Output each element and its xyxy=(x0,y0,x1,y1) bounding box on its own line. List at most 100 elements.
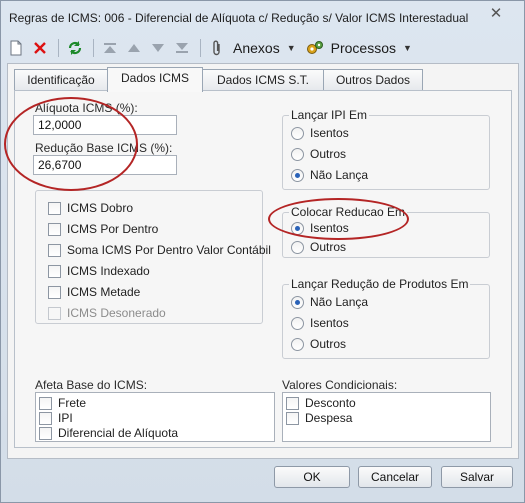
list-item-label: Diferencial de Alíquota xyxy=(58,426,179,440)
radio-label: Não Lança xyxy=(310,168,369,182)
chevron-down-icon[interactable]: ▼ xyxy=(403,43,412,53)
valores-desconto-item[interactable]: Desconto xyxy=(286,396,356,410)
colocar-reducao-outros-radio[interactable]: Outros xyxy=(291,240,346,254)
lancar-ipi-isentos-radio[interactable]: Isentos xyxy=(291,126,349,140)
soma-icms-label: Soma ICMS Por Dentro Valor Contábil xyxy=(67,243,271,257)
reducao-produtos-nao-lanca-radio[interactable]: Não Lança xyxy=(291,295,368,309)
lancar-ipi-group: Lançar IPI Em Isentos Outros Não Lança xyxy=(282,108,490,190)
radio-circle-selected[interactable] xyxy=(291,295,304,309)
lancar-reducao-produtos-title: Lançar Redução de Produtos Em xyxy=(289,277,471,291)
radio-label: Isentos xyxy=(310,316,349,330)
icms-indexado-label: ICMS Indexado xyxy=(67,264,150,278)
reducao-base-input[interactable]: 26,6700 xyxy=(33,155,177,175)
previous-record-icon[interactable] xyxy=(123,37,145,59)
salvar-button[interactable]: Salvar xyxy=(441,466,513,488)
radio-circle[interactable] xyxy=(291,126,304,140)
new-document-icon[interactable] xyxy=(5,37,27,59)
window-title: Regras de ICMS: 006 - Diferencial de Alí… xyxy=(9,11,469,25)
checkbox-box xyxy=(48,306,61,320)
aliquota-input[interactable]: 12,0000 xyxy=(33,115,177,135)
checkbox-box[interactable] xyxy=(48,222,61,236)
radio-circle-selected[interactable] xyxy=(291,168,304,182)
checkbox-box[interactable] xyxy=(48,201,61,215)
afeta-base-ipi-item[interactable]: IPI xyxy=(39,411,73,425)
tab-outros-dados[interactable]: Outros Dados xyxy=(323,69,423,91)
radio-label: Isentos xyxy=(310,126,349,140)
cancelar-button[interactable]: Cancelar xyxy=(358,466,432,488)
icms-por-dentro-checkbox[interactable]: ICMS Por Dentro xyxy=(48,222,158,236)
next-record-icon[interactable] xyxy=(147,37,169,59)
radio-circle[interactable] xyxy=(291,240,304,254)
checkbox-box[interactable] xyxy=(48,243,61,257)
reducao-base-label: Redução Base ICMS (%): xyxy=(35,141,173,155)
afeta-base-label: Afeta Base do ICMS: xyxy=(35,378,148,392)
icms-dobro-label: ICMS Dobro xyxy=(67,201,134,215)
radio-label: Outros xyxy=(310,337,347,351)
delete-icon[interactable] xyxy=(29,37,51,59)
processos-menu[interactable]: Processos xyxy=(328,40,399,56)
icms-indexado-checkbox[interactable]: ICMS Indexado xyxy=(48,264,150,278)
refresh-icon[interactable] xyxy=(64,37,86,59)
tab-identificacao[interactable]: Identificação xyxy=(14,69,108,91)
checkbox-box[interactable] xyxy=(286,396,299,410)
aliquota-label: Alíquota ICMS (%): xyxy=(35,101,138,115)
valores-condicionais-label: Valores Condicionais: xyxy=(282,378,398,392)
radio-circle[interactable] xyxy=(291,337,304,351)
dialog-window: Regras de ICMS: 006 - Diferencial de Alí… xyxy=(0,0,525,503)
valores-despesa-item[interactable]: Despesa xyxy=(286,411,352,425)
toolbar-separator xyxy=(93,39,94,57)
title-bar: Regras de ICMS: 006 - Diferencial de Alí… xyxy=(1,1,524,35)
list-item-label: IPI xyxy=(58,411,73,425)
radio-circle[interactable] xyxy=(291,147,304,161)
toolbar-separator xyxy=(58,39,59,57)
icms-desonerado-checkbox: ICMS Desonerado xyxy=(48,306,166,320)
colocar-reducao-title: Colocar Reducao Em xyxy=(289,205,408,219)
valores-condicionais-listbox[interactable]: Desconto Despesa xyxy=(282,392,491,442)
reducao-produtos-isentos-radio[interactable]: Isentos xyxy=(291,316,349,330)
paperclip-icon[interactable] xyxy=(206,37,228,59)
tab-content-dados-icms: Alíquota ICMS (%): 12,0000 Redução Base … xyxy=(14,90,512,448)
toolbar-separator xyxy=(200,39,201,57)
radio-label: Não Lança xyxy=(310,295,369,309)
afeta-base-listbox[interactable]: Frete IPI Diferencial de Alíquota xyxy=(35,392,275,442)
lancar-reducao-produtos-group: Lançar Redução de Produtos Em Não Lança … xyxy=(282,277,490,359)
gears-icon[interactable] xyxy=(304,37,326,59)
icms-metade-label: ICMS Metade xyxy=(67,285,141,299)
first-record-icon[interactable] xyxy=(99,37,121,59)
colocar-reducao-group: Colocar Reducao Em Isentos Outros xyxy=(282,205,490,258)
colocar-reducao-isentos-radio[interactable]: Isentos xyxy=(291,221,349,235)
icms-por-dentro-label: ICMS Por Dentro xyxy=(67,222,159,236)
checkbox-box[interactable] xyxy=(48,285,61,299)
list-item-label: Desconto xyxy=(305,396,356,410)
checkbox-box[interactable] xyxy=(39,411,52,425)
list-item-label: Frete xyxy=(58,396,87,410)
checkbox-box[interactable] xyxy=(286,411,299,425)
radio-circle[interactable] xyxy=(291,316,304,330)
lancar-ipi-nao-lanca-radio[interactable]: Não Lança xyxy=(291,168,368,182)
tab-dados-icms[interactable]: Dados ICMS xyxy=(107,67,203,92)
radio-label: Outros xyxy=(310,240,347,254)
reducao-produtos-outros-radio[interactable]: Outros xyxy=(291,337,346,351)
radio-circle-selected[interactable] xyxy=(291,221,304,235)
list-item-label: Despesa xyxy=(305,411,353,425)
afeta-base-diferencial-item[interactable]: Diferencial de Alíquota xyxy=(39,426,178,440)
ok-button[interactable]: OK xyxy=(274,466,350,488)
radio-label: Isentos xyxy=(310,221,349,235)
close-icon[interactable]: ✕ xyxy=(474,3,518,23)
checkbox-box[interactable] xyxy=(48,264,61,278)
checkbox-box[interactable] xyxy=(39,426,52,440)
icms-desonerado-label: ICMS Desonerado xyxy=(67,306,166,320)
icms-metade-checkbox[interactable]: ICMS Metade xyxy=(48,285,140,299)
tab-dados-icms-st[interactable]: Dados ICMS S.T. xyxy=(202,69,324,91)
toolbar: Anexos ▼ Processos ▼ xyxy=(5,35,521,61)
icms-options-group: ICMS Dobro ICMS Por Dentro Soma ICMS Por… xyxy=(35,190,271,324)
anexos-menu[interactable]: Anexos xyxy=(230,40,283,56)
chevron-down-icon[interactable]: ▼ xyxy=(287,43,296,53)
afeta-base-frete-item[interactable]: Frete xyxy=(39,396,86,410)
lancar-ipi-outros-radio[interactable]: Outros xyxy=(291,147,346,161)
radio-label: Outros xyxy=(310,147,347,161)
last-record-icon[interactable] xyxy=(171,37,193,59)
checkbox-box[interactable] xyxy=(39,396,52,410)
icms-dobro-checkbox[interactable]: ICMS Dobro xyxy=(48,201,133,215)
soma-icms-checkbox[interactable]: Soma ICMS Por Dentro Valor Contábil xyxy=(48,243,271,257)
